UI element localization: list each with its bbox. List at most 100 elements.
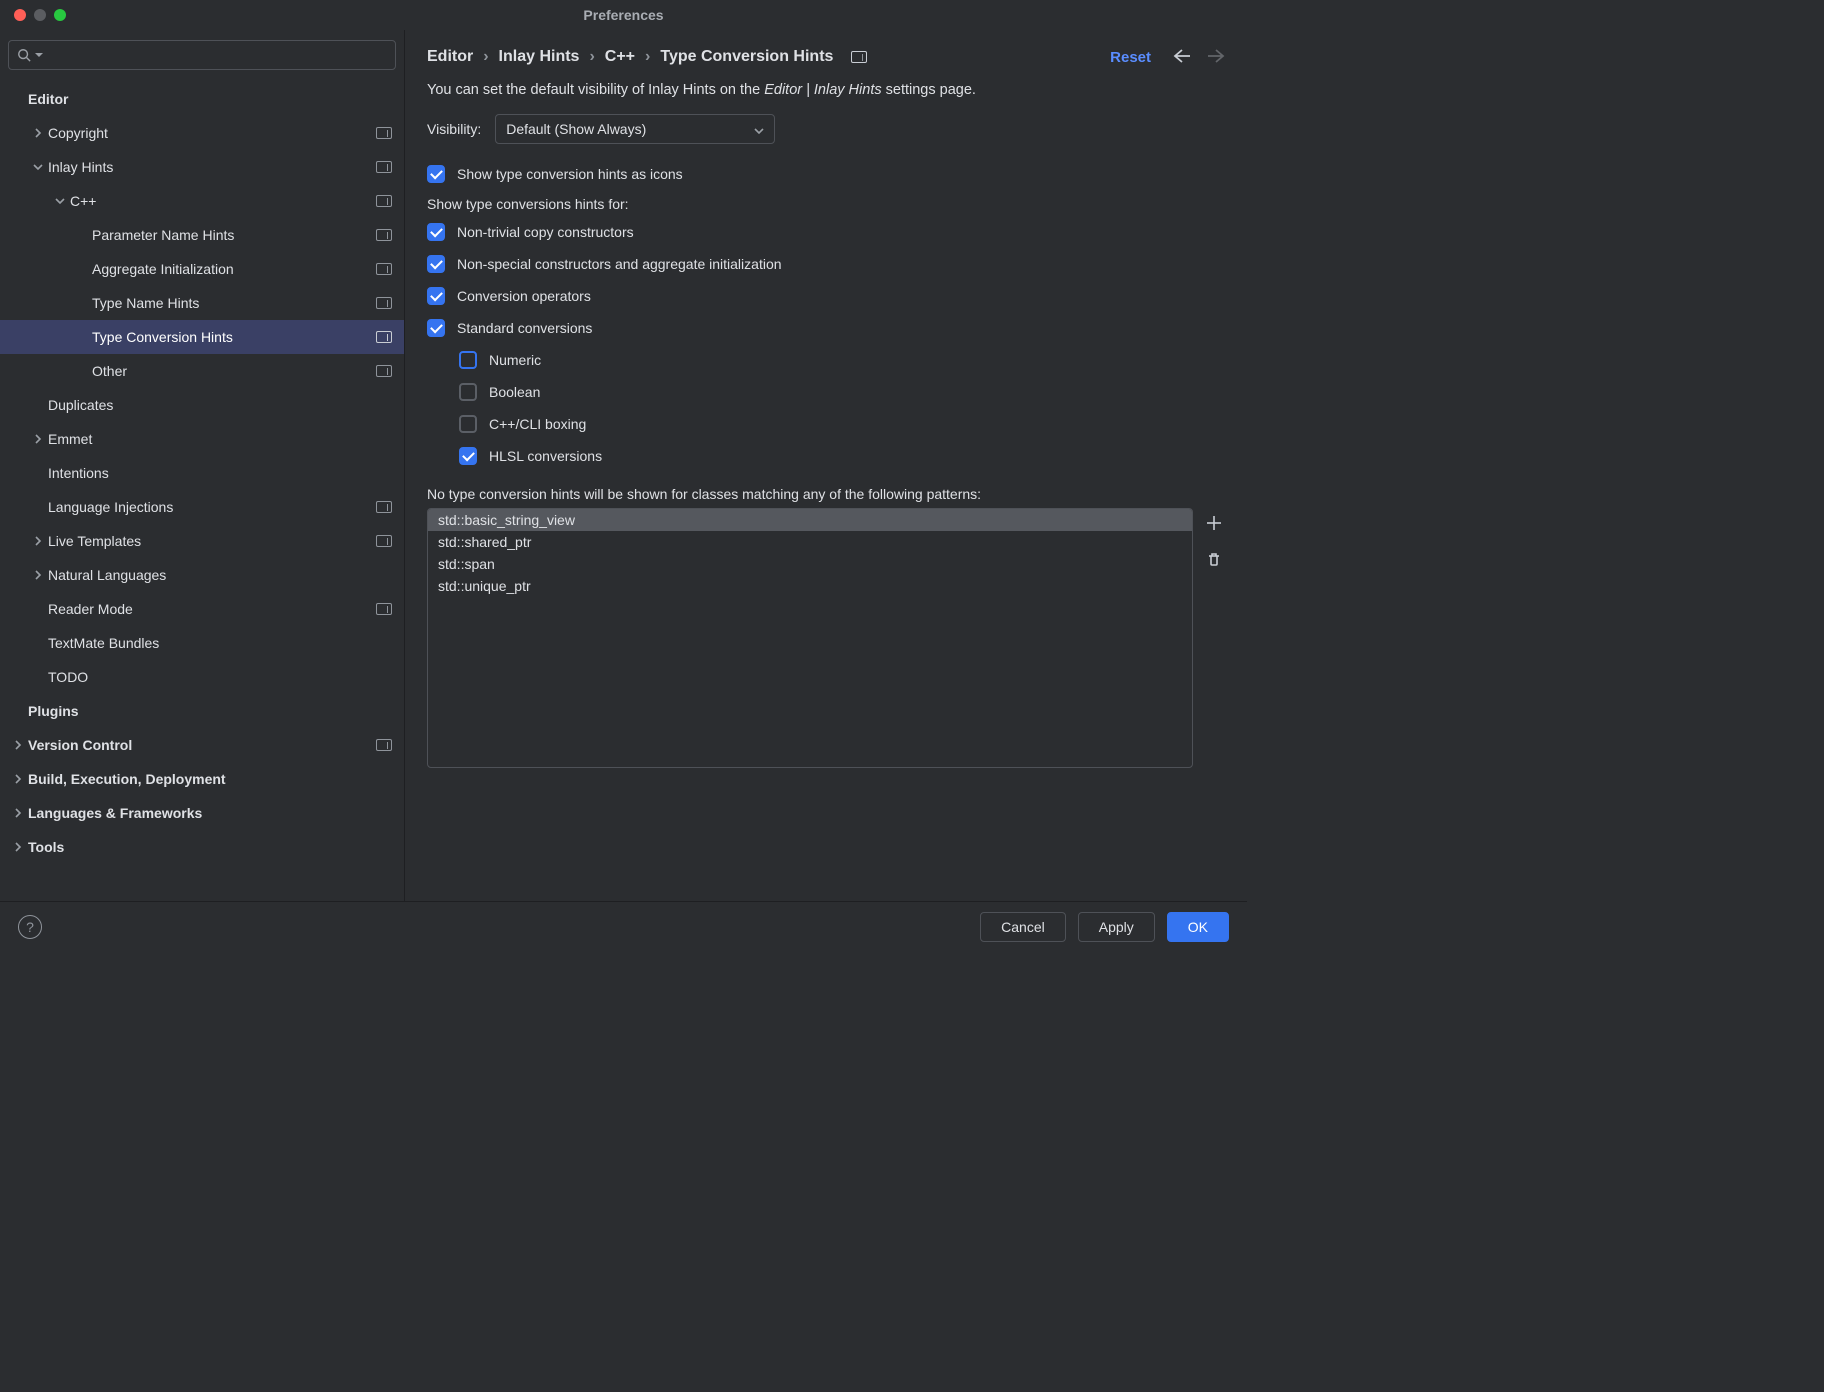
opt-cli-boxing[interactable]: C++/CLI boxing	[427, 408, 1225, 440]
chevron-right-icon: ›	[589, 48, 594, 66]
checkbox-icon	[427, 319, 445, 337]
separate-window-icon[interactable]	[376, 739, 392, 751]
tree-item[interactable]: Parameter Name Hints	[0, 218, 404, 252]
checkbox-icon	[427, 255, 445, 273]
titlebar: Preferences	[0, 0, 1247, 30]
tree-item[interactable]: Version Control	[0, 728, 404, 762]
chevron-right-icon[interactable]	[30, 128, 46, 138]
tree-item[interactable]: Inlay Hints	[0, 150, 404, 184]
separate-window-icon[interactable]	[376, 603, 392, 615]
tree-item-label: Natural Languages	[48, 567, 392, 583]
search-field[interactable]	[8, 40, 396, 70]
chevron-right-icon: ›	[645, 48, 650, 66]
tree-item[interactable]: Tools	[0, 830, 404, 864]
opt-numeric[interactable]: Numeric	[427, 344, 1225, 376]
chevron-down-icon[interactable]	[30, 162, 46, 172]
minimize-window-button[interactable]	[34, 9, 46, 21]
tree-item-label: Parameter Name Hints	[92, 227, 368, 243]
back-button[interactable]	[1173, 49, 1191, 66]
separate-window-icon[interactable]	[376, 229, 392, 241]
tree-item[interactable]: TODO	[0, 660, 404, 694]
chevron-right-icon[interactable]	[10, 740, 26, 750]
patterns-toolbar	[1203, 508, 1225, 768]
settings-tree[interactable]: Editor Copyright Inlay Hints C++ Parameter N…	[0, 76, 404, 901]
reset-link[interactable]: Reset	[1110, 49, 1151, 66]
forward-button[interactable]	[1207, 49, 1225, 66]
apply-button[interactable]: Apply	[1078, 912, 1155, 942]
separate-window-icon[interactable]	[376, 501, 392, 513]
tree-item-label: Tools	[28, 839, 392, 855]
patterns-list[interactable]: std::basic_string_viewstd::shared_ptrstd…	[427, 508, 1193, 768]
separate-window-icon[interactable]	[376, 127, 392, 139]
tree-item-label: C++	[70, 193, 368, 209]
separate-window-icon[interactable]	[851, 51, 867, 63]
separate-window-icon[interactable]	[376, 195, 392, 207]
tree-item[interactable]: Reader Mode	[0, 592, 404, 626]
separate-window-icon[interactable]	[376, 365, 392, 377]
tree-item[interactable]: Type Name Hints	[0, 286, 404, 320]
tree-item[interactable]: Aggregate Initialization	[0, 252, 404, 286]
add-pattern-button[interactable]	[1203, 512, 1225, 534]
chevron-right-icon[interactable]	[10, 842, 26, 852]
tree-item[interactable]: Language Injections	[0, 490, 404, 524]
chevron-right-icon[interactable]	[30, 536, 46, 546]
chevron-right-icon[interactable]	[30, 434, 46, 444]
opt-standard-conversions[interactable]: Standard conversions	[427, 312, 1225, 344]
chevron-right-icon[interactable]	[10, 774, 26, 784]
tree-item-label: Inlay Hints	[48, 159, 368, 175]
breadcrumb-part[interactable]: Editor	[427, 48, 473, 66]
separate-window-icon[interactable]	[376, 161, 392, 173]
tree-item[interactable]: Build, Execution, Deployment	[0, 762, 404, 796]
tree-item-label: Aggregate Initialization	[92, 261, 368, 277]
opt-conversion-operators[interactable]: Conversion operators	[427, 280, 1225, 312]
cancel-button[interactable]: Cancel	[980, 912, 1066, 942]
visibility-select[interactable]: Default (Show Always)	[495, 114, 775, 144]
opt-nonspecial-constructors[interactable]: Non-special constructors and aggregate i…	[427, 248, 1225, 280]
opt-show-as-icons[interactable]: Show type conversion hints as icons	[427, 158, 1225, 190]
tree-item-label: Copyright	[48, 125, 368, 141]
tree-item[interactable]: Editor	[0, 82, 404, 116]
intro-suffix: settings page.	[882, 82, 976, 98]
tree-item[interactable]: Live Templates	[0, 524, 404, 558]
breadcrumb-part[interactable]: C++	[605, 48, 635, 66]
tree-item[interactable]: Copyright	[0, 116, 404, 150]
pattern-row[interactable]: std::shared_ptr	[428, 531, 1192, 553]
separate-window-icon[interactable]	[376, 263, 392, 275]
checkbox-icon	[427, 287, 445, 305]
tree-item[interactable]: Duplicates	[0, 388, 404, 422]
tree-item-label: Other	[92, 363, 368, 379]
separate-window-icon[interactable]	[376, 535, 392, 547]
pattern-row[interactable]: std::basic_string_view	[428, 509, 1192, 531]
tree-item[interactable]: Other	[0, 354, 404, 388]
pattern-row[interactable]: std::unique_ptr	[428, 575, 1192, 597]
tree-item[interactable]: Plugins	[0, 694, 404, 728]
ok-button[interactable]: OK	[1167, 912, 1229, 942]
remove-pattern-button[interactable]	[1203, 548, 1225, 570]
chevron-right-icon[interactable]	[30, 570, 46, 580]
tree-item-label: Reader Mode	[48, 601, 368, 617]
opt-copy-constructors[interactable]: Non-trivial copy constructors	[427, 216, 1225, 248]
search-input[interactable]	[47, 48, 387, 63]
tree-item[interactable]: C++	[0, 184, 404, 218]
chevron-right-icon[interactable]	[10, 808, 26, 818]
opt-label: Boolean	[489, 384, 540, 400]
opt-hlsl[interactable]: HLSL conversions	[427, 440, 1225, 472]
tree-item[interactable]: TextMate Bundles	[0, 626, 404, 660]
tree-item[interactable]: Intentions	[0, 456, 404, 490]
breadcrumb-part[interactable]: Inlay Hints	[499, 48, 580, 66]
separate-window-icon[interactable]	[376, 297, 392, 309]
tree-item[interactable]: Languages & Frameworks	[0, 796, 404, 830]
separate-window-icon[interactable]	[376, 331, 392, 343]
dialog-footer: ? Cancel Apply OK	[0, 901, 1247, 952]
help-button[interactable]: ?	[18, 915, 42, 939]
opt-boolean[interactable]: Boolean	[427, 376, 1225, 408]
close-window-button[interactable]	[14, 9, 26, 21]
chevron-down-icon[interactable]	[52, 196, 68, 206]
checkbox-icon	[459, 351, 477, 369]
pattern-row[interactable]: std::span	[428, 553, 1192, 575]
tree-item[interactable]: Type Conversion Hints	[0, 320, 404, 354]
main-panel: Editor › Inlay Hints › C++ › Type Conver…	[405, 30, 1247, 901]
maximize-window-button[interactable]	[54, 9, 66, 21]
tree-item[interactable]: Emmet	[0, 422, 404, 456]
tree-item[interactable]: Natural Languages	[0, 558, 404, 592]
